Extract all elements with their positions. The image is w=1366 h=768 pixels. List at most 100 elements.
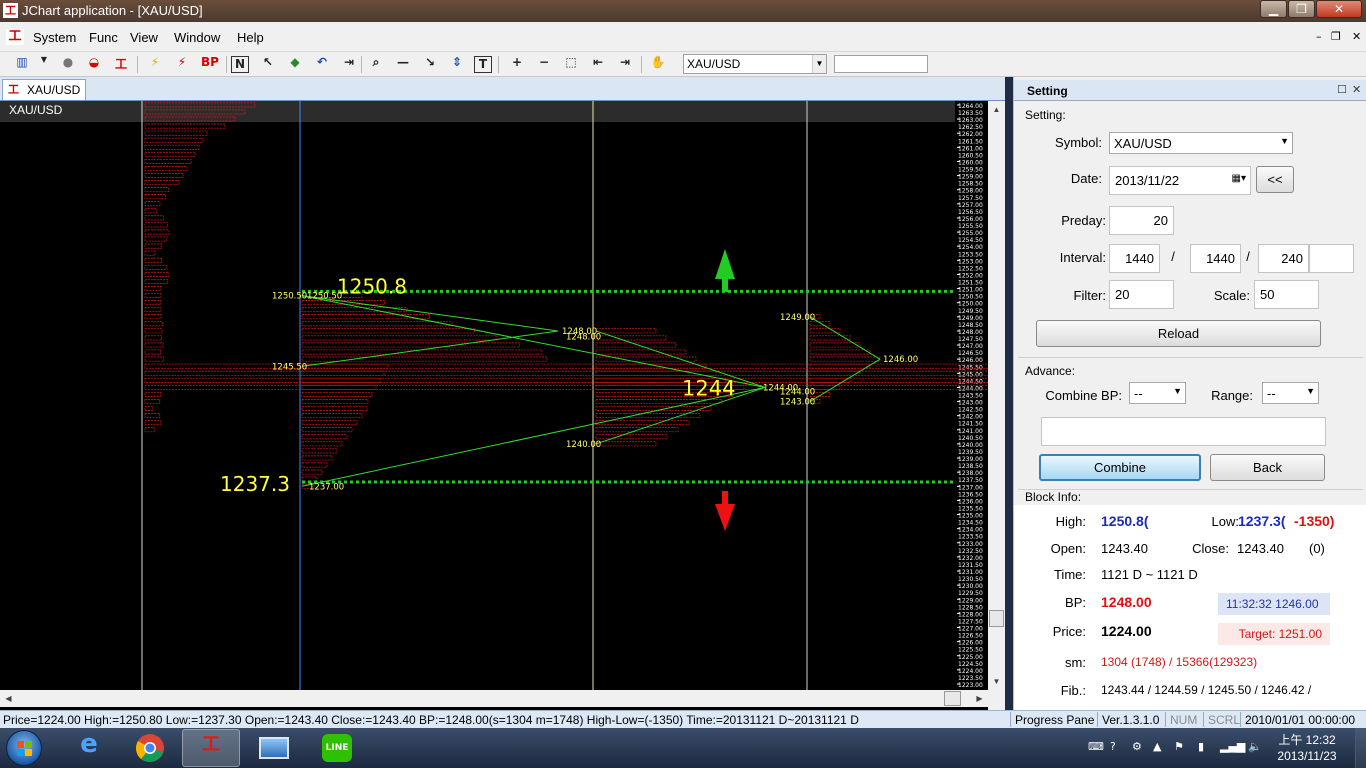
- help-tray-icon[interactable]: ?: [1110, 740, 1116, 753]
- hand-icon[interactable]: ✋: [648, 55, 668, 74]
- scroll-right-icon[interactable]: ⇥: [615, 55, 635, 74]
- scroll-up-icon[interactable]: ▲: [988, 101, 1005, 118]
- interval-field-1[interactable]: 1440: [1109, 244, 1160, 273]
- tab-xauusd[interactable]: 工 XAU/USD: [2, 79, 86, 100]
- scale-field[interactable]: 50: [1254, 280, 1319, 309]
- date-field[interactable]: 2013/11/22 ▦▾: [1109, 166, 1251, 195]
- profile-row: [144, 236, 168, 242]
- interval-field-2[interactable]: 1440: [1190, 244, 1241, 273]
- zoom-icon[interactable]: ⌕: [366, 55, 386, 74]
- interval-field-3[interactable]: 240: [1258, 244, 1309, 273]
- maximize-button[interactable]: ❐: [1288, 0, 1315, 18]
- n-button[interactable]: N: [231, 56, 249, 73]
- show-desktop-button[interactable]: [1355, 728, 1366, 768]
- price-value-label: 1248.00: [566, 333, 601, 343]
- minimize-button[interactable]: ▁: [1260, 0, 1287, 18]
- chart-area[interactable]: XAU/USD 1264.00 1263.50 1263.00 1262.50 1262…: [0, 101, 1005, 710]
- keyboard-icon[interactable]: ⌨: [1088, 740, 1104, 753]
- chevron-down-icon[interactable]: ▼: [812, 55, 826, 73]
- symbol-label: Symbol:: [1055, 135, 1102, 150]
- profile-row: [301, 434, 348, 440]
- jchart-icon[interactable]: 工: [111, 55, 131, 74]
- profile-row: [144, 123, 226, 129]
- cube-icon[interactable]: ◆: [285, 55, 305, 74]
- start-button[interactable]: [6, 730, 42, 766]
- scroll-down-icon[interactable]: ▼: [988, 673, 1005, 690]
- jchart-task-icon[interactable]: 工: [182, 729, 240, 767]
- record-icon[interactable]: ●: [58, 55, 78, 74]
- volume-tray-icon[interactable]: 🔈: [1248, 740, 1262, 753]
- panel-close-icon[interactable]: ✕: [1352, 83, 1361, 96]
- lightning-icon[interactable]: ⚡: [145, 55, 165, 74]
- advance-text-field[interactable]: [1041, 417, 1326, 446]
- combine-bp-chevron-down-icon[interactable]: ▼: [1173, 386, 1182, 396]
- updown-icon[interactable]: ⇕: [447, 55, 467, 74]
- preday-field[interactable]: 20: [1109, 206, 1174, 235]
- symbol-select[interactable]: XAU/USD ▼: [683, 54, 827, 74]
- range-select[interactable]: -- ▼: [1262, 382, 1319, 404]
- y-axis-tick-label: 1247.00: [958, 343, 983, 350]
- y-axis-tick-label: 1262.00: [958, 131, 983, 138]
- scroll-left-arrow-icon[interactable]: ◀: [0, 690, 17, 707]
- trendline-icon[interactable]: ↘: [420, 55, 440, 74]
- combine-bp-select[interactable]: -- ▼: [1129, 382, 1186, 404]
- taskbar-clock[interactable]: 上午 12:32 2013/11/23: [1272, 732, 1342, 764]
- profile-row: [144, 102, 256, 108]
- vertical-scroll-thumb[interactable]: [989, 610, 1004, 627]
- mdi-restore-button[interactable]: ❐: [1331, 30, 1341, 43]
- interval-field-4[interactable]: [1309, 244, 1354, 273]
- line-app-icon[interactable]: LINE: [308, 729, 366, 767]
- menu-system[interactable]: System: [33, 30, 76, 45]
- zoom-out-icon[interactable]: −: [534, 55, 554, 74]
- menu-logo-icon[interactable]: 工: [6, 29, 24, 45]
- internet-explorer-icon[interactable]: e: [60, 729, 118, 767]
- toolbar-search-input[interactable]: [834, 55, 928, 73]
- chart-type-dropdown-icon[interactable]: ▼: [38, 55, 50, 74]
- symbol-chevron-down-icon[interactable]: ▼: [1280, 136, 1289, 146]
- horizontal-scrollbar[interactable]: ◀ ▶: [0, 690, 988, 707]
- forward-icon[interactable]: ⇥: [339, 55, 359, 74]
- y-axis-tick-label: 1255.00: [958, 230, 983, 237]
- up-arrow-icon: [722, 278, 728, 292]
- select-area-icon[interactable]: ⬚: [561, 55, 581, 74]
- combine-button[interactable]: Combine: [1039, 454, 1201, 481]
- power-tray-icon[interactable]: ▮: [1198, 740, 1204, 753]
- connect-tray-icon[interactable]: ⚙: [1132, 740, 1142, 753]
- menu-view[interactable]: View: [130, 30, 158, 45]
- panel-symbol-select[interactable]: XAU/USD ▼: [1109, 132, 1293, 154]
- menu-func[interactable]: Func: [89, 30, 118, 45]
- date-prev-button[interactable]: <<: [1256, 166, 1294, 193]
- cursor-icon[interactable]: ↖: [258, 55, 278, 74]
- network-tray-icon[interactable]: ▂▄▆: [1220, 740, 1245, 753]
- horizontal-scroll-thumb[interactable]: [944, 691, 961, 706]
- mdi-minimize-button[interactable]: –: [1316, 30, 1322, 43]
- photo-viewer-icon[interactable]: [245, 729, 303, 767]
- reload-button[interactable]: Reload: [1036, 320, 1321, 347]
- show-hidden-icons[interactable]: ▲: [1153, 740, 1161, 753]
- menu-help[interactable]: Help: [237, 30, 264, 45]
- zoom-in-icon[interactable]: +: [507, 55, 527, 74]
- text-tool-button[interactable]: T: [474, 56, 492, 73]
- y-axis-tick-label: 1262.50: [958, 124, 983, 131]
- menu-window[interactable]: Window: [174, 30, 220, 45]
- chart-type-icon[interactable]: ▥: [12, 55, 32, 74]
- status-quote-text: Price=1224.00 High:=1250.80 Low:=1237.30…: [3, 713, 859, 727]
- mdi-close-button[interactable]: ✕: [1352, 30, 1361, 43]
- filter-field[interactable]: 20: [1109, 280, 1174, 309]
- flag-tray-icon[interactable]: ⚑: [1174, 740, 1184, 753]
- lightning-red-icon[interactable]: ⚡: [172, 55, 192, 74]
- bp-button[interactable]: BP: [198, 55, 222, 74]
- calendar-icon[interactable]: ▦▾: [1232, 173, 1246, 184]
- back-button[interactable]: Back: [1210, 454, 1325, 481]
- pin-icon[interactable]: ☐: [1337, 83, 1347, 96]
- chrome-icon[interactable]: [121, 729, 179, 767]
- hline-icon[interactable]: —: [393, 55, 413, 74]
- range-chevron-down-icon[interactable]: ▼: [1306, 386, 1315, 396]
- scroll-right-arrow-icon[interactable]: ▶: [971, 690, 988, 707]
- scroll-left-icon[interactable]: ⇤: [588, 55, 608, 74]
- undo-icon[interactable]: ↶: [312, 55, 332, 74]
- close-button[interactable]: ✕: [1316, 0, 1362, 18]
- market-profile-chart[interactable]: 1264.001263.501263.001262.501262.001261.…: [0, 101, 988, 690]
- car-icon[interactable]: ◒: [84, 55, 104, 74]
- vertical-scrollbar[interactable]: ▲ ▼: [988, 101, 1005, 690]
